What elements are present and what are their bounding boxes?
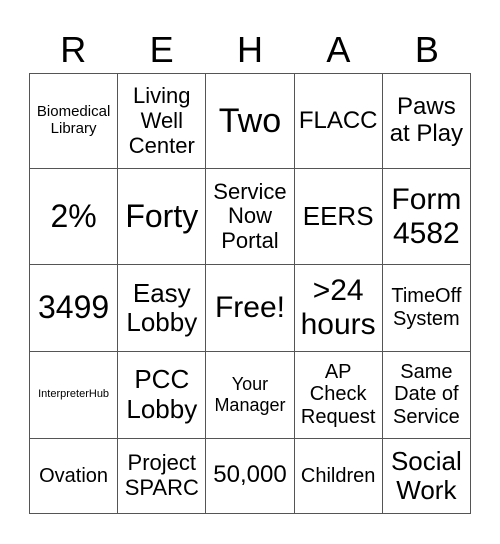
bingo-cell[interactable]: Project SPARC [117,437,207,515]
bingo-row: 3499 Easy Lobby Free! >24 hours TimeOff … [28,263,472,352]
bingo-cell[interactable]: Paws at Play [381,72,472,170]
bingo-cell[interactable]: Service Now Portal [205,168,295,265]
bingo-row: InterpreterHub PCC Lobby Your Manager AP… [28,350,472,439]
bingo-header: R E H A B [29,28,471,72]
bingo-row: Ovation Project SPARC 50,000 Children So… [28,437,472,515]
bingo-cell[interactable]: EERS [293,168,383,265]
bingo-cell[interactable]: TimeOff System [381,263,472,352]
header-letter-b: B [414,29,439,70]
header-letter-r: R [60,29,87,70]
bingo-cell[interactable]: Biomedical Library [28,72,119,170]
bingo-cell[interactable]: Social Work [381,437,472,515]
bingo-cell[interactable]: Free! [205,263,295,352]
bingo-cell[interactable]: Form 4582 [381,168,472,265]
bingo-row: 2% Forty Service Now Portal EERS Form 45… [28,168,472,265]
bingo-cell[interactable]: AP Check Request [293,350,383,439]
bingo-cell[interactable]: >24 hours [293,263,383,352]
header-letter-e: E [149,29,174,70]
bingo-cell[interactable]: Two [205,72,295,170]
bingo-cell[interactable]: 3499 [28,263,119,352]
bingo-cell[interactable]: 2% [28,168,119,265]
bingo-cell[interactable]: Children [293,437,383,515]
bingo-cell[interactable]: Living Well Center [117,72,207,170]
bingo-row: Biomedical Library Living Well Center Tw… [28,72,472,170]
bingo-cell[interactable]: Same Date of Service [381,350,472,439]
bingo-cell[interactable]: Forty [117,168,207,265]
bingo-card: Biomedical Library Living Well Center Tw… [28,72,472,515]
bingo-cell[interactable]: Easy Lobby [117,263,207,352]
bingo-cell[interactable]: 50,000 [205,437,295,515]
bingo-cell[interactable]: InterpreterHub [28,350,119,439]
bingo-cell[interactable]: FLACC [293,72,383,170]
bingo-cell[interactable]: Your Manager [205,350,295,439]
bingo-cell[interactable]: PCC Lobby [117,350,207,439]
bingo-cell[interactable]: Ovation [28,437,119,515]
header-letter-h: H [237,29,264,70]
header-letter-a: A [326,29,351,70]
